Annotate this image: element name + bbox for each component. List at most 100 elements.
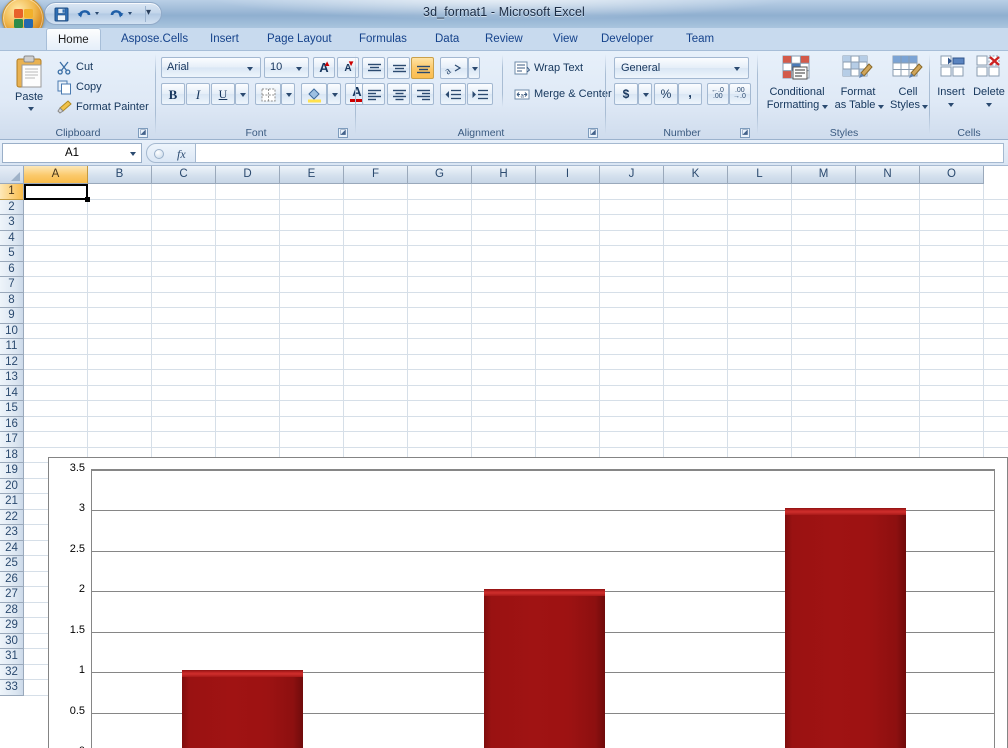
font-dialog-launcher[interactable]: ◪ — [338, 128, 348, 138]
borders-button[interactable] — [255, 83, 281, 105]
chart-bar-C[interactable] — [785, 508, 906, 748]
tab-data[interactable]: Data — [424, 29, 470, 50]
row-header-13[interactable]: 13 — [0, 370, 24, 386]
tab-insert[interactable]: Insert — [199, 29, 250, 50]
row-header-27[interactable]: 27 — [0, 587, 24, 603]
active-cell-A1[interactable] — [24, 184, 88, 200]
format-as-table-button[interactable]: Format as Table — [830, 55, 886, 117]
column-header-D[interactable]: D — [216, 166, 280, 184]
font-name-input[interactable]: Arial — [161, 57, 261, 78]
insert-dropdown-icon[interactable] — [948, 103, 954, 107]
italic-button[interactable]: I — [186, 83, 210, 105]
cell-styles-dropdown-icon[interactable] — [922, 105, 928, 109]
number-format-select[interactable]: General — [614, 57, 749, 79]
redo-icon[interactable] — [108, 6, 125, 23]
row-header-14[interactable]: 14 — [0, 385, 24, 401]
format-painter-button[interactable]: Format Painter — [54, 97, 154, 116]
name-box[interactable]: A1 — [2, 143, 142, 163]
row-header-31[interactable]: 31 — [0, 649, 24, 665]
row-header-23[interactable]: 23 — [0, 525, 24, 541]
font-name-dropdown-icon[interactable] — [247, 67, 253, 71]
fill-handle[interactable] — [85, 197, 90, 202]
undo-dropdown-icon[interactable] — [95, 12, 102, 17]
row-header-2[interactable]: 2 — [0, 199, 24, 215]
currency-dropdown-button[interactable] — [638, 83, 652, 105]
cell-area[interactable]: 00.511.522.533.5ABC — [24, 184, 1008, 748]
align-right-button[interactable] — [411, 83, 434, 105]
row-header-18[interactable]: 18 — [0, 447, 24, 463]
insert-function-dot-icon[interactable] — [154, 149, 164, 159]
column-header-H[interactable]: H — [472, 166, 536, 184]
save-icon[interactable] — [53, 6, 70, 23]
column-header-G[interactable]: G — [408, 166, 472, 184]
percent-button[interactable]: % — [654, 83, 678, 105]
column-header-L[interactable]: L — [728, 166, 792, 184]
row-header-19[interactable]: 19 — [0, 463, 24, 479]
row-header-20[interactable]: 20 — [0, 478, 24, 494]
row-header-8[interactable]: 8 — [0, 292, 24, 308]
comma-style-button[interactable]: , — [678, 83, 702, 105]
redo-dropdown-icon[interactable] — [128, 12, 135, 17]
fill-color-dropdown-button[interactable] — [327, 83, 341, 105]
conditional-formatting-button[interactable]: Conditional Formatting — [764, 55, 830, 117]
tab-team[interactable]: Team — [675, 29, 725, 50]
chart-bar-B[interactable] — [484, 589, 605, 748]
tab-formulas[interactable]: Formulas — [348, 29, 418, 50]
row-header-7[interactable]: 7 — [0, 277, 24, 293]
chart-bar-A[interactable] — [182, 670, 303, 748]
formula-input[interactable] — [196, 143, 1004, 163]
column-header-I[interactable]: I — [536, 166, 600, 184]
align-top-button[interactable] — [362, 57, 385, 79]
formula-bar-buttons[interactable]: fx — [146, 143, 196, 163]
worksheet-grid[interactable]: ABCDEFGHIJKLMNO 1 2 3 4 5 6 7 8 9 10 11 12 13 14 15 16 1… — [0, 166, 1008, 748]
row-header-12[interactable]: 12 — [0, 354, 24, 370]
cut-button[interactable]: Cut — [54, 57, 150, 76]
row-header-6[interactable]: 6 — [0, 261, 24, 277]
row-header-32[interactable]: 32 — [0, 664, 24, 680]
row-header-17[interactable]: 17 — [0, 432, 24, 448]
font-size-dropdown-icon[interactable] — [296, 67, 302, 71]
row-header-21[interactable]: 21 — [0, 494, 24, 510]
paste-dropdown-icon[interactable] — [28, 107, 34, 111]
orientation-button[interactable]: a — [440, 57, 468, 79]
embedded-chart[interactable]: 00.511.522.533.5ABC — [48, 457, 1008, 748]
row-header-29[interactable]: 29 — [0, 618, 24, 634]
increase-decimal-button[interactable]: ←.0 .00 — [707, 83, 729, 105]
bold-button[interactable]: B — [161, 83, 185, 105]
row-header-30[interactable]: 30 — [0, 633, 24, 649]
underline-dropdown-button[interactable] — [235, 83, 249, 105]
name-box-dropdown-icon[interactable] — [130, 152, 136, 156]
insert-function-icon[interactable]: fx — [177, 147, 186, 162]
column-header-F[interactable]: F — [344, 166, 408, 184]
conditional-formatting-dropdown-icon[interactable] — [822, 105, 828, 109]
row-header-16[interactable]: 16 — [0, 416, 24, 432]
cell-styles-button[interactable]: Cell Styles — [886, 55, 930, 117]
fill-color-button[interactable] — [301, 83, 327, 105]
align-center-button[interactable] — [387, 83, 410, 105]
increase-indent-button[interactable] — [467, 83, 493, 105]
row-header-25[interactable]: 25 — [0, 556, 24, 572]
tab-review[interactable]: Review — [474, 29, 534, 50]
office-button[interactable] — [2, 0, 44, 28]
row-header-10[interactable]: 10 — [0, 323, 24, 339]
row-header-11[interactable]: 11 — [0, 339, 24, 355]
column-header-A[interactable]: A — [24, 166, 88, 184]
row-header-33[interactable]: 33 — [0, 680, 24, 696]
row-header-24[interactable]: 24 — [0, 540, 24, 556]
delete-cells-button[interactable]: Delete — [970, 55, 1008, 117]
currency-button[interactable]: $ — [614, 83, 638, 105]
decrease-indent-button[interactable] — [440, 83, 466, 105]
column-header-C[interactable]: C — [152, 166, 216, 184]
insert-cells-button[interactable]: Insert — [932, 55, 970, 117]
align-bottom-button[interactable] — [411, 57, 434, 79]
copy-button[interactable]: Copy — [54, 77, 150, 96]
row-header-9[interactable]: 9 — [0, 308, 24, 324]
number-dialog-launcher[interactable]: ◪ — [740, 128, 750, 138]
delete-dropdown-icon[interactable] — [986, 103, 992, 107]
paste-button[interactable]: Paste — [8, 55, 52, 113]
tab-view[interactable]: View — [542, 29, 589, 50]
row-header-26[interactable]: 26 — [0, 571, 24, 587]
column-header-E[interactable]: E — [280, 166, 344, 184]
column-header-J[interactable]: J — [600, 166, 664, 184]
row-header-15[interactable]: 15 — [0, 401, 24, 417]
